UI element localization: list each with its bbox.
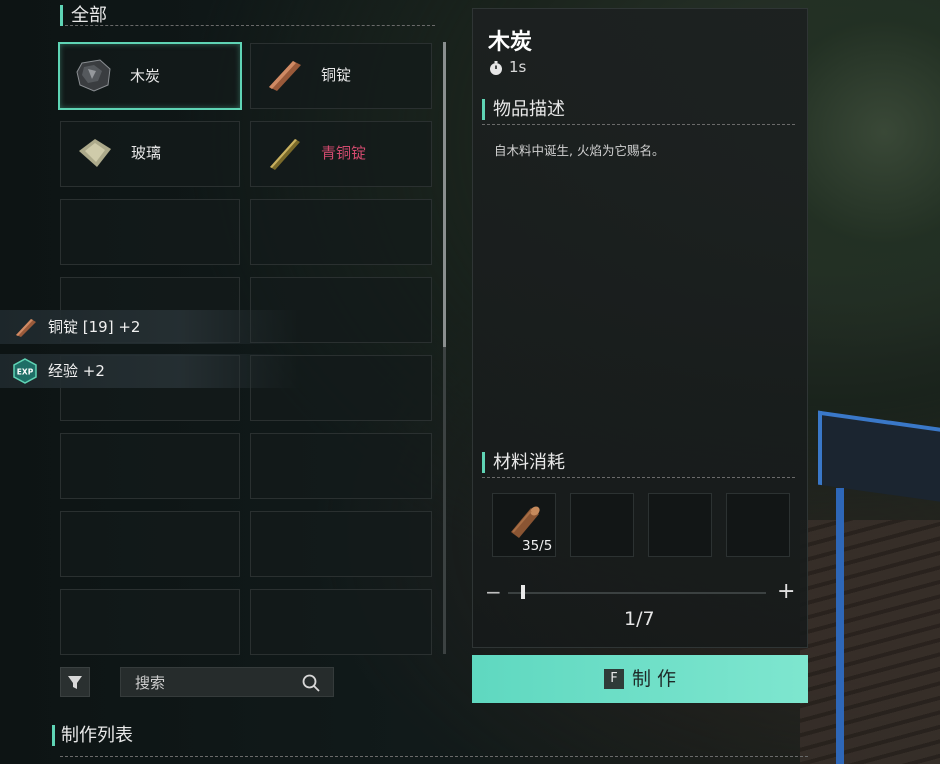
description-title: 物品描述 <box>482 99 565 120</box>
craft-button-label: 制作 <box>632 668 683 690</box>
craft-list-section: 制作列表 <box>52 725 812 764</box>
copper-ingot-icon <box>269 61 301 91</box>
materials-title: 材料消耗 <box>482 452 565 473</box>
notification-text: 经验 +2 <box>48 362 105 380</box>
charcoal-icon <box>76 59 111 92</box>
quantity-slider-track[interactable] <box>508 592 766 594</box>
craft-time: 1s <box>509 58 527 76</box>
stopwatch-icon <box>490 61 502 75</box>
item-label: 青铜锭 <box>321 144 367 162</box>
description-header: 物品描述 <box>482 99 795 125</box>
material-slot[interactable]: 35/5 <box>492 493 556 557</box>
quantity-decrease-button[interactable]: − <box>485 580 502 604</box>
item-label: 玻璃 <box>131 144 162 162</box>
exp-icon: EXP <box>13 358 37 384</box>
material-count: 35/5 <box>522 538 553 554</box>
bronze-ingot-icon <box>270 139 300 170</box>
quantity-value: 1/7 <box>624 608 655 630</box>
search-input[interactable] <box>133 668 297 698</box>
filter-icon <box>68 676 82 689</box>
craft-list-title: 制作列表 <box>52 725 133 746</box>
empty-slot[interactable] <box>250 433 432 499</box>
quantity-slider-handle[interactable] <box>521 585 525 599</box>
hotkey-badge: F <box>604 669 624 689</box>
empty-slot[interactable] <box>60 589 240 655</box>
empty-material-slot <box>570 493 634 557</box>
empty-slot[interactable] <box>60 433 240 499</box>
glass-icon <box>79 139 111 167</box>
empty-material-slot <box>726 493 790 557</box>
pickup-notification-exp: EXP 经验 +2 <box>0 354 300 388</box>
item-description: 自木料中诞生, 火焰为它赐名。 <box>494 143 665 158</box>
item-slot-copper-ingot[interactable]: 铜锭 <box>250 43 432 109</box>
empty-slot[interactable] <box>250 199 432 265</box>
empty-slot[interactable] <box>60 199 240 265</box>
item-slot-charcoal[interactable]: 木炭 <box>58 42 242 110</box>
search-icon[interactable] <box>301 673 321 693</box>
materials-header: 材料消耗 <box>482 452 795 478</box>
item-slot-bronze-ingot[interactable]: 青铜锭 <box>250 121 432 187</box>
item-name: 木炭 <box>488 30 533 55</box>
notification-text: 铜锭 [19] +2 <box>48 318 141 336</box>
craft-list-divider <box>60 756 808 757</box>
background-foliage <box>800 0 940 440</box>
craft-button[interactable]: F 制作 <box>472 655 808 703</box>
search-box[interactable] <box>120 667 334 698</box>
svg-text:EXP: EXP <box>17 368 34 377</box>
empty-material-slot <box>648 493 712 557</box>
grid-scrollbar-thumb[interactable] <box>443 42 446 347</box>
filter-button[interactable] <box>60 667 90 697</box>
item-label: 铜锭 <box>321 66 352 84</box>
wood-log-icon <box>511 506 540 538</box>
background-table-leg <box>836 488 844 764</box>
background-deck <box>800 520 940 764</box>
quantity-increase-button[interactable]: + <box>777 579 795 604</box>
empty-slot[interactable] <box>60 511 240 577</box>
item-slot-glass[interactable]: 玻璃 <box>60 121 240 187</box>
item-label: 木炭 <box>130 67 161 85</box>
empty-slot[interactable] <box>250 511 432 577</box>
empty-slot[interactable] <box>250 589 432 655</box>
copper-ingot-icon <box>16 319 36 337</box>
pickup-notification-copper: 铜锭 [19] +2 <box>0 310 300 344</box>
